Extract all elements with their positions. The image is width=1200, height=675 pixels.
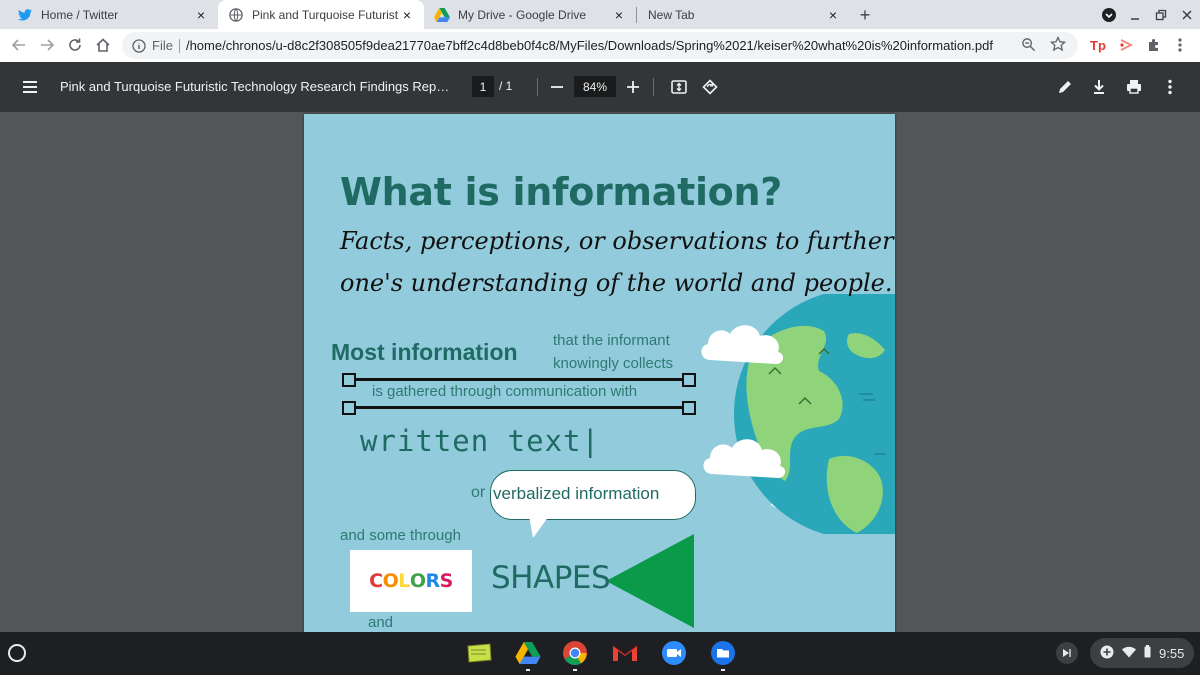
info-icon[interactable]: [131, 38, 147, 54]
launcher-icon[interactable]: [8, 644, 26, 662]
page-heading: What is information?: [340, 170, 782, 214]
download-icon[interactable]: [1089, 77, 1109, 97]
close-window-icon[interactable]: [1174, 9, 1200, 21]
teacherpal-extension-icon[interactable]: Tp: [1088, 35, 1108, 55]
browser-menu-icon[interactable]: [1170, 35, 1190, 55]
tab-search-icon[interactable]: [1096, 7, 1122, 23]
browser-toolbar: File /home/chronos/u-d8c2f308505f9dea217…: [0, 29, 1200, 62]
zoom-icon[interactable]: [660, 639, 688, 667]
close-tab-icon[interactable]: ×: [399, 7, 415, 23]
google-drive-icon: [434, 7, 450, 23]
running-indicator: [721, 669, 725, 671]
fit-to-page-icon[interactable]: [669, 77, 689, 97]
bookmark-star-icon[interactable]: [1049, 35, 1067, 55]
tab-google-drive[interactable]: My Drive - Google Drive ×: [424, 0, 636, 29]
toolbar-divider: [653, 78, 654, 96]
chromeos-shelf: 9:55: [0, 632, 1200, 675]
globe-icon: [228, 7, 244, 23]
forward-icon[interactable]: [35, 33, 59, 57]
green-triangle-shape: [606, 534, 694, 628]
zoom-page-icon[interactable]: [1021, 37, 1036, 55]
zoom-out-icon[interactable]: [547, 77, 567, 97]
running-indicator: [573, 669, 577, 671]
status-tray[interactable]: 9:55: [1090, 638, 1194, 668]
print-icon[interactable]: [1124, 77, 1144, 97]
zoom-level-input[interactable]: 84%: [574, 76, 616, 97]
cloud-illustration: [701, 325, 784, 364]
speech-bubble-tail: [529, 516, 549, 538]
cloud-illustration: [703, 439, 786, 478]
colors-letter: O: [409, 570, 426, 592]
twitter-icon: [17, 7, 33, 23]
url-scheme: File: [152, 38, 180, 53]
add-icon: [1100, 645, 1114, 662]
clock-time: 9:55: [1159, 645, 1185, 661]
tab-twitter[interactable]: Home / Twitter ×: [0, 0, 218, 29]
toolbar-divider: [537, 78, 538, 96]
most-information-heading: Most information: [331, 339, 518, 365]
back-icon[interactable]: [7, 33, 31, 57]
battery-icon: [1144, 645, 1151, 661]
and-text: and: [368, 614, 394, 631]
selection-bar: [342, 401, 696, 415]
close-tab-icon[interactable]: ×: [825, 7, 841, 23]
rotate-icon[interactable]: [700, 77, 720, 97]
tab-title: Pink and Turquoise Futuristic Te: [252, 7, 399, 22]
some-through-text: and some through: [340, 527, 461, 544]
zoom-in-icon[interactable]: [623, 77, 643, 97]
pdf-page: What is information? Facts, perceptions,…: [304, 114, 895, 632]
tab-pdf[interactable]: Pink and Turquoise Futuristic Te ×: [218, 0, 424, 29]
written-text-label: written text|: [360, 424, 600, 458]
tab-title: Home / Twitter: [41, 7, 119, 22]
close-tab-icon[interactable]: ×: [611, 7, 627, 23]
wifi-icon: [1122, 646, 1136, 661]
extensions-puzzle-icon[interactable]: [1144, 35, 1164, 55]
notes-app-icon[interactable]: [465, 639, 493, 667]
reload-icon[interactable]: [63, 33, 87, 57]
home-icon[interactable]: [91, 33, 115, 57]
running-indicator: [526, 669, 530, 671]
or-text: or: [471, 484, 486, 501]
restore-icon[interactable]: [1148, 9, 1174, 21]
colors-letter: L: [398, 570, 410, 592]
minimize-icon[interactable]: [1122, 9, 1148, 21]
colors-letter: R: [425, 570, 441, 592]
subtitle-line: one's understanding of the world and peo…: [340, 269, 893, 297]
google-drive-icon[interactable]: [514, 639, 542, 671]
more-options-icon[interactable]: [1160, 77, 1180, 97]
shapes-label: SHAPES: [491, 560, 611, 596]
pdf-sidebar-menu-icon[interactable]: [20, 77, 40, 97]
page-number-input[interactable]: 1: [472, 76, 494, 97]
pdf-toolbar: Pink and Turquoise Futuristic Technology…: [0, 62, 1200, 112]
colors-letter: O: [382, 570, 399, 592]
address-bar[interactable]: File /home/chronos/u-d8c2f308505f9dea217…: [122, 32, 1078, 59]
colors-letter: S: [439, 570, 454, 592]
tab-title: My Drive - Google Drive: [458, 7, 587, 22]
close-tab-icon[interactable]: ×: [193, 7, 209, 23]
tab-title: New Tab: [648, 7, 695, 22]
pdf-document-title: Pink and Turquoise Futuristic Technology…: [60, 79, 455, 94]
subtitle-line: Facts, perceptions, or observations to f…: [340, 227, 894, 255]
page-total: / 1: [499, 79, 513, 93]
screencast-extension-icon[interactable]: [1116, 35, 1136, 55]
media-controls-icon[interactable]: [1056, 642, 1078, 664]
annotate-pen-icon[interactable]: [1055, 77, 1075, 97]
pdf-viewer[interactable]: What is information? Facts, perceptions,…: [0, 112, 1200, 632]
informant-text: that the informant: [553, 332, 670, 349]
selection-bar: [342, 373, 696, 387]
tab-strip: Home / Twitter × Pink and Turquoise Futu…: [0, 0, 1200, 29]
window-controls: [1096, 0, 1200, 29]
url-text[interactable]: /home/chronos/u-d8c2f308505f9dea21770ae7…: [186, 38, 1021, 53]
files-icon[interactable]: [709, 639, 737, 671]
verbalized-information-text: verbalized information: [493, 484, 660, 503]
informant-text: knowingly collects: [553, 355, 674, 372]
chrome-icon[interactable]: [561, 639, 589, 671]
gmail-icon[interactable]: [611, 639, 639, 667]
tab-new-tab[interactable]: New Tab ×: [636, 0, 850, 29]
colors-letter: C: [369, 570, 383, 592]
gathered-text: is gathered through communication with: [372, 383, 638, 400]
colors-label: C O L O R S: [350, 550, 472, 612]
new-tab-button[interactable]: +: [853, 3, 877, 27]
